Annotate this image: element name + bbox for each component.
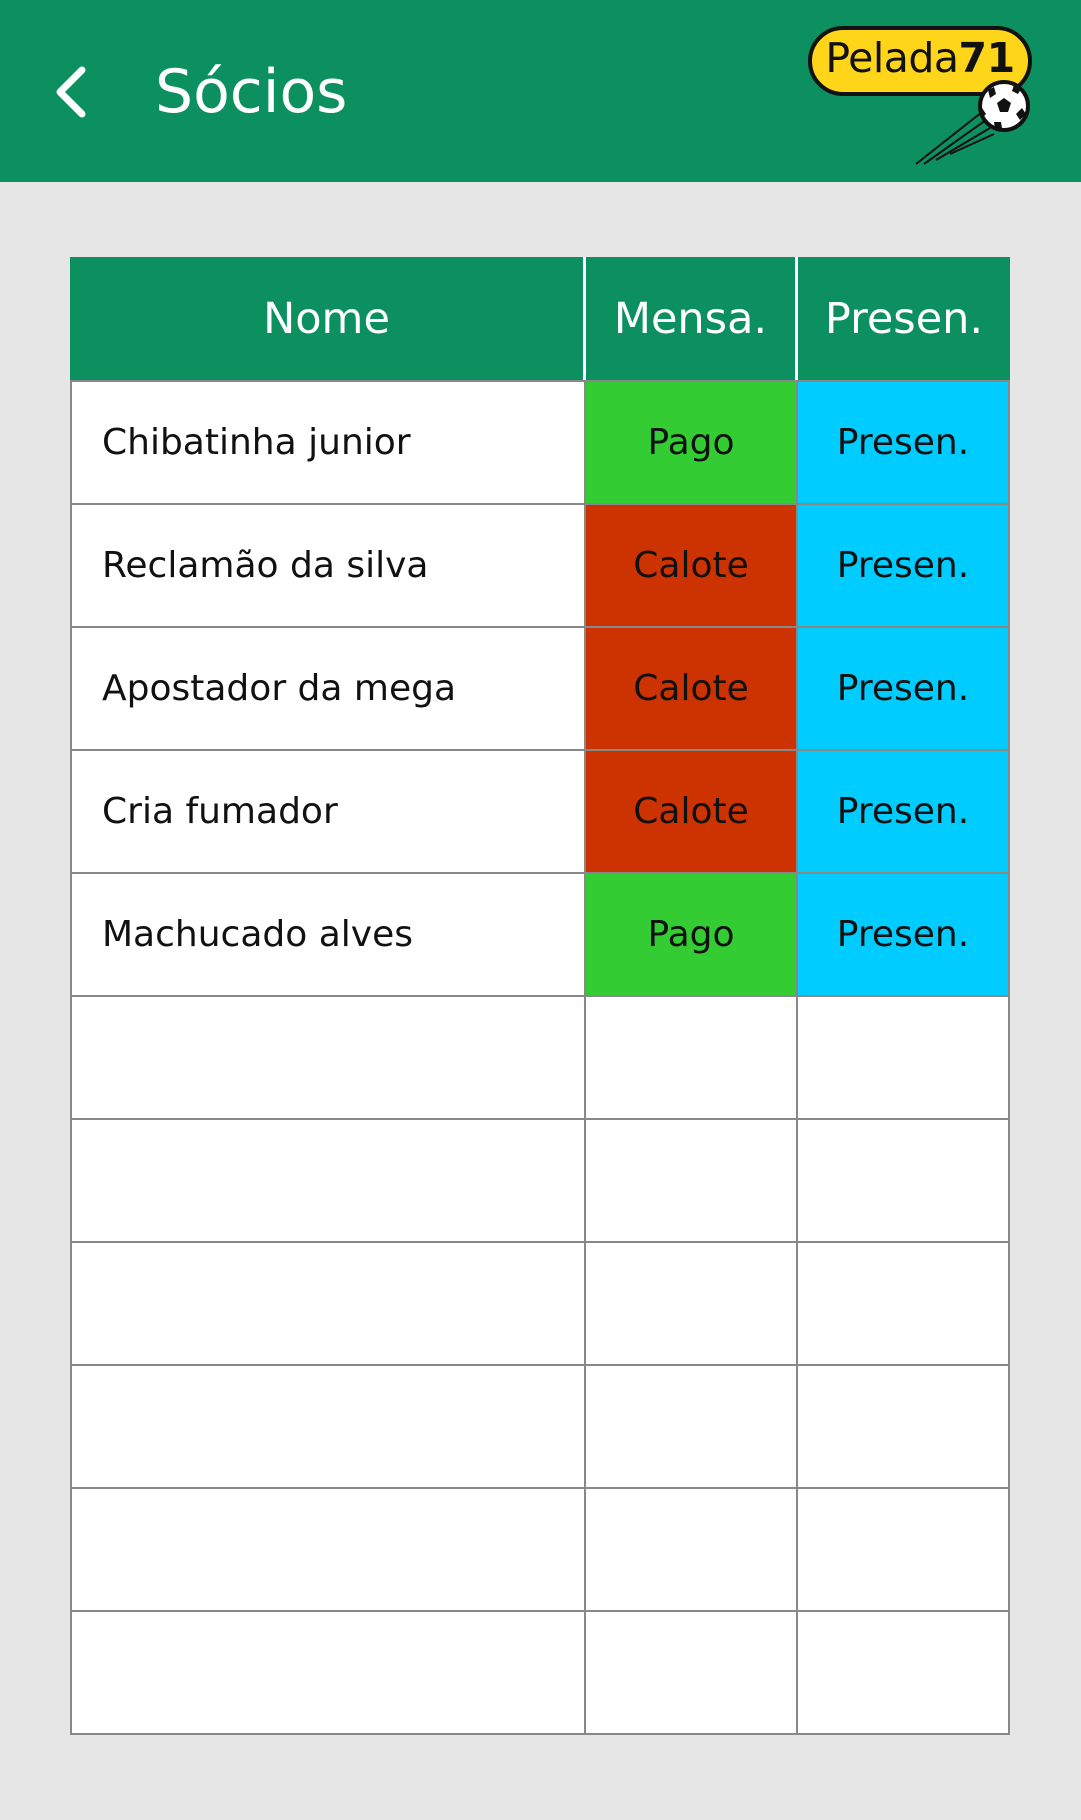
empty-presenca-cell[interactable] [798, 1366, 1008, 1487]
page-title: Sócios [155, 57, 348, 127]
mensalidade-status-cell[interactable]: Calote [586, 505, 798, 626]
empty-name-cell[interactable] [72, 1366, 586, 1487]
table-body: Chibatinha junior Pago Presen. Reclamão … [70, 380, 1010, 1735]
table-row[interactable]: Chibatinha junior Pago Presen. [72, 380, 1008, 503]
empty-name-cell[interactable] [72, 1489, 586, 1610]
column-header-nome: Nome [70, 257, 586, 380]
empty-presenca-cell[interactable] [798, 1489, 1008, 1610]
mensalidade-status-cell[interactable]: Calote [586, 751, 798, 872]
mensalidade-status-cell[interactable]: Pago [586, 382, 798, 503]
member-name: Cria fumador [72, 751, 586, 872]
table-row[interactable]: Apostador da mega Calote Presen. [72, 626, 1008, 749]
empty-presenca-cell[interactable] [798, 997, 1008, 1118]
empty-table-row[interactable] [72, 1118, 1008, 1241]
mensalidade-status-cell[interactable]: Pago [586, 874, 798, 995]
mensalidade-status-cell[interactable]: Calote [586, 628, 798, 749]
presenca-status-cell[interactable]: Presen. [798, 382, 1008, 503]
back-button[interactable] [38, 52, 102, 132]
empty-name-cell[interactable] [72, 1243, 586, 1364]
presenca-status-cell[interactable]: Presen. [798, 874, 1008, 995]
empty-mensalidade-cell[interactable] [586, 1489, 798, 1610]
soccer-ball-icon [915, 80, 1030, 165]
empty-mensalidade-cell[interactable] [586, 1120, 798, 1241]
app-header: Sócios Pelada71 [0, 0, 1081, 182]
table-row[interactable]: Reclamão da silva Calote Presen. [72, 503, 1008, 626]
empty-presenca-cell[interactable] [798, 1120, 1008, 1241]
member-name: Machucado alves [72, 874, 586, 995]
chevron-left-icon [56, 66, 86, 118]
empty-name-cell[interactable] [72, 1120, 586, 1241]
empty-table-row[interactable] [72, 1487, 1008, 1610]
column-header-presenca: Presen. [798, 257, 1010, 380]
empty-mensalidade-cell[interactable] [586, 997, 798, 1118]
member-name: Apostador da mega [72, 628, 586, 749]
empty-mensalidade-cell[interactable] [586, 1366, 798, 1487]
member-name: Reclamão da silva [72, 505, 586, 626]
pelada71-logo: Pelada71 [800, 18, 1040, 168]
empty-presenca-cell[interactable] [798, 1243, 1008, 1364]
presenca-status-cell[interactable]: Presen. [798, 628, 1008, 749]
empty-table-row[interactable] [72, 1610, 1008, 1733]
empty-name-cell[interactable] [72, 997, 586, 1118]
member-name: Chibatinha junior [72, 382, 586, 503]
presenca-status-cell[interactable]: Presen. [798, 505, 1008, 626]
empty-presenca-cell[interactable] [798, 1612, 1008, 1733]
table-row[interactable]: Machucado alves Pago Presen. [72, 872, 1008, 995]
empty-mensalidade-cell[interactable] [586, 1243, 798, 1364]
empty-name-cell[interactable] [72, 1612, 586, 1733]
empty-table-row[interactable] [72, 1364, 1008, 1487]
presenca-status-cell[interactable]: Presen. [798, 751, 1008, 872]
socios-table: Nome Mensa. Presen. Chibatinha junior Pa… [70, 257, 1010, 1735]
empty-table-row[interactable] [72, 995, 1008, 1118]
empty-mensalidade-cell[interactable] [586, 1612, 798, 1733]
table-row[interactable]: Cria fumador Calote Presen. [72, 749, 1008, 872]
table-header: Nome Mensa. Presen. [70, 257, 1010, 380]
column-header-mensalidade: Mensa. [586, 257, 798, 380]
empty-table-row[interactable] [72, 1241, 1008, 1364]
